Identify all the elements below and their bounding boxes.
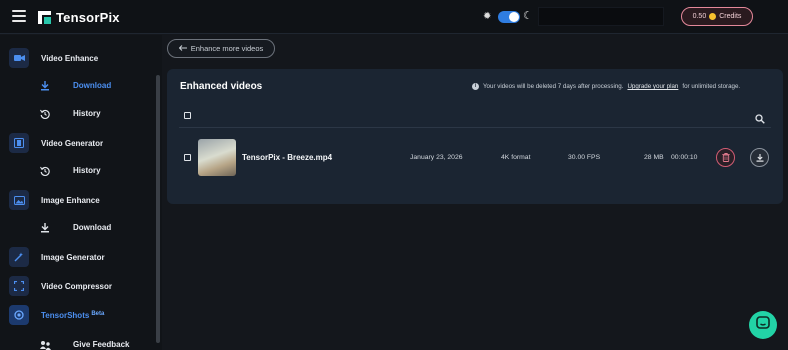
sidebar-item-label: Video Generator: [41, 138, 104, 148]
info-icon: i: [472, 83, 479, 90]
coin-icon: [709, 13, 717, 20]
video-size: 28 MB: [644, 154, 664, 161]
notice-text: Your videos will be deleted 7 days after…: [483, 83, 624, 90]
video-date: January 23, 2026: [410, 154, 463, 161]
moon-icon: ☾: [523, 10, 533, 22]
download-button[interactable]: [750, 148, 769, 167]
sidebar-item-tensorshots[interactable]: TensorShots Beta: [0, 303, 155, 327]
sidebar-item-label: Download: [73, 81, 112, 90]
sidebar-item-video-enhance[interactable]: Video Enhance: [0, 46, 155, 70]
chat-button[interactable]: [749, 311, 777, 339]
video-format: 4K format: [501, 154, 531, 161]
notice-suffix: for unlimited storage.: [682, 83, 741, 90]
image-icon: [9, 190, 29, 210]
sidebar-item-image-generator[interactable]: Image Generator: [0, 245, 155, 269]
sidebar-item-label: Image Generator: [41, 252, 105, 262]
sidebar: Video Enhance Download History Video Gen…: [0, 35, 162, 350]
enhanced-videos-panel: Enhanced videos i Your videos will be de…: [167, 69, 783, 204]
sidebar-item-video-history[interactable]: History: [0, 104, 155, 124]
select-all-checkbox[interactable]: [184, 112, 191, 119]
panel-title: Enhanced videos: [180, 81, 263, 92]
arrow-left-icon: [178, 44, 187, 53]
credits-label: Credits: [719, 13, 742, 20]
sidebar-item-label: Download: [73, 223, 112, 232]
header-divider: [179, 127, 771, 128]
search-icon[interactable]: [755, 111, 765, 124]
hamburger-menu-icon[interactable]: [12, 10, 26, 22]
logo-mark-icon: [38, 11, 51, 24]
video-thumbnail[interactable]: [198, 139, 236, 176]
sidebar-item-label: TensorShots Beta: [41, 311, 104, 320]
sidebar-item-label: Video Compressor: [41, 281, 112, 291]
video-filename: TensorPix - Breeze.mp4: [242, 153, 333, 162]
history-icon: [40, 166, 50, 177]
sidebar-item-image-download[interactable]: Download: [0, 218, 155, 238]
upgrade-plan-link[interactable]: Upgrade your plan: [627, 83, 678, 90]
credits-badge[interactable]: 0.50 Credits: [681, 7, 753, 26]
sidebar-item-give-feedback[interactable]: Give Feedback: [0, 335, 155, 350]
download-icon: [40, 81, 50, 91]
chat-bubble-icon: [756, 315, 770, 335]
sidebar-item-video-download[interactable]: Download: [0, 76, 155, 96]
sidebar-scrollbar[interactable]: [156, 75, 160, 343]
toggle-knob: [509, 12, 519, 22]
credits-amount: 0.50: [692, 13, 707, 20]
top-bar: TensorPix ✹ ☾ 0.50 Credits: [0, 0, 788, 34]
delete-button[interactable]: [716, 148, 735, 167]
sun-icon: ✹: [483, 11, 492, 22]
video-duration: 00:00:10: [671, 154, 698, 161]
enhance-more-videos-button[interactable]: Enhance more videos: [167, 39, 275, 58]
compress-icon: [9, 276, 29, 296]
sidebar-item-label: Video Enhance: [41, 53, 99, 63]
video-camera-icon: [9, 48, 29, 68]
top-search-box[interactable]: [538, 7, 664, 26]
video-row: TensorPix - Breeze.mp4 January 23, 2026 …: [167, 137, 783, 177]
sidebar-item-label: Image Enhance: [41, 195, 100, 205]
sidebar-item-video-generator[interactable]: Video Generator: [0, 131, 155, 155]
magic-wand-icon: [9, 247, 29, 267]
video-fps: 30.00 FPS: [568, 154, 601, 161]
sidebar-item-generator-history[interactable]: History: [0, 161, 155, 181]
feedback-icon: [40, 340, 51, 350]
download-icon: [756, 149, 764, 167]
sidebar-item-label: Give Feedback: [73, 340, 130, 349]
beta-badge: Beta: [91, 310, 105, 317]
tensorshots-label: TensorShots: [41, 310, 90, 320]
enhance-more-videos-label: Enhance more videos: [190, 44, 264, 53]
storage-notice: i Your videos will be deleted 7 days aft…: [472, 83, 740, 90]
sidebar-item-label: History: [73, 166, 101, 175]
tensorshots-icon: [9, 305, 29, 325]
film-icon: [9, 133, 29, 153]
sidebar-item-label: History: [73, 109, 101, 118]
row-checkbox[interactable]: [184, 154, 191, 161]
sidebar-item-image-enhance[interactable]: Image Enhance: [0, 188, 155, 212]
history-icon: [40, 109, 50, 120]
sidebar-item-video-compressor[interactable]: Video Compressor: [0, 274, 155, 298]
trash-icon: [721, 149, 730, 167]
download-icon: [40, 223, 50, 233]
app-name: TensorPix: [56, 10, 120, 25]
app-logo[interactable]: TensorPix: [38, 10, 120, 25]
theme-toggle[interactable]: [498, 11, 520, 23]
